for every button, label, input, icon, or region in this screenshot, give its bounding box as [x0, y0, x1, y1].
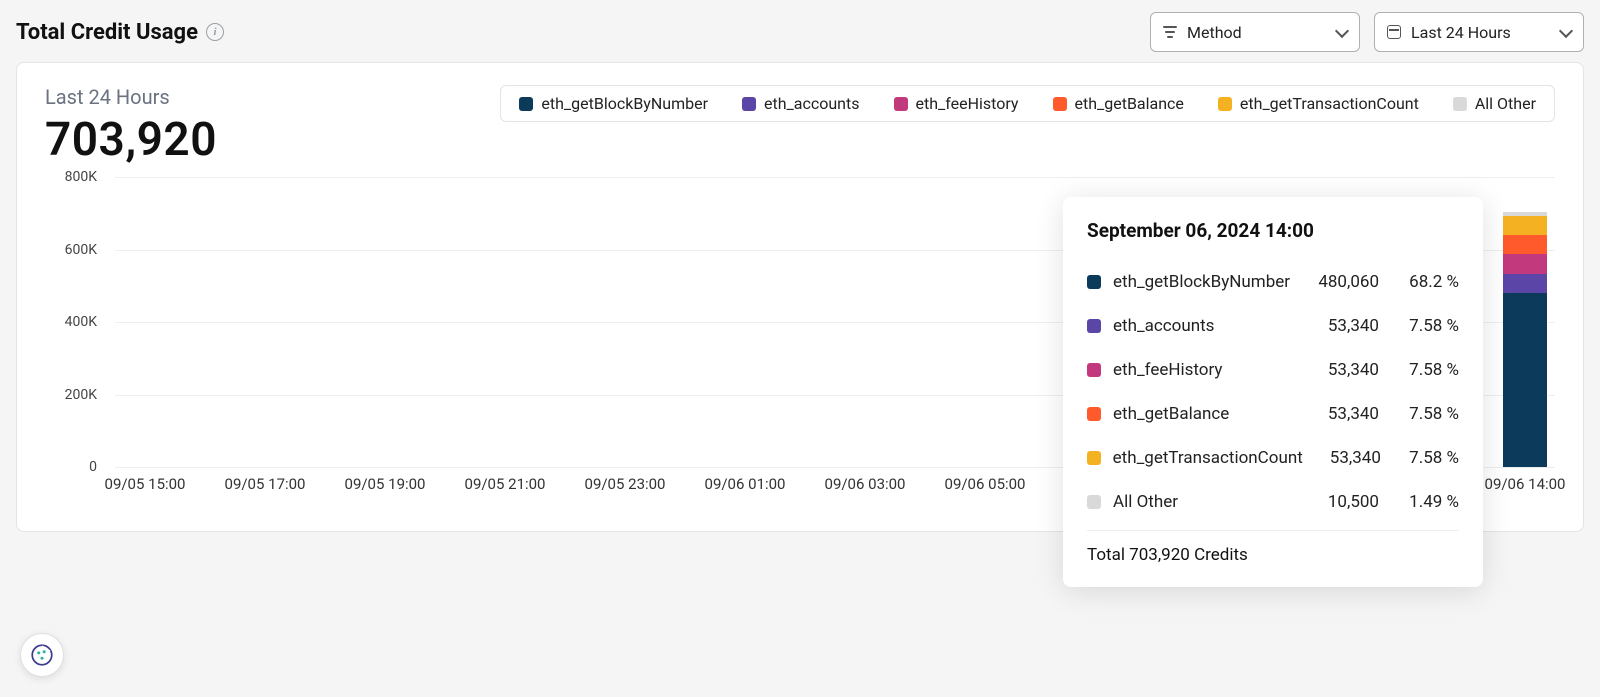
legend-swatch [1218, 97, 1232, 111]
card-top: Last 24 Hours 703,920 eth_getBlockByNumb… [45, 85, 1555, 167]
tooltip-series-name: eth_feeHistory [1113, 360, 1299, 380]
chart-area[interactable]: 0200K400K600K800K 09/05 15:0009/05 17:00… [45, 177, 1555, 507]
legend-label: eth_getBalance [1075, 94, 1184, 113]
tooltip-series-value: 53,340 [1299, 404, 1379, 424]
legend-label: All Other [1475, 94, 1536, 113]
tooltip-swatch [1087, 407, 1101, 421]
x-tick-label: 09/05 17:00 [225, 475, 306, 493]
y-tick-label: 0 [89, 459, 97, 475]
bar-segment [1503, 274, 1547, 293]
legend-swatch [519, 97, 533, 111]
tooltip-series-value: 10,500 [1299, 492, 1379, 512]
legend-item[interactable]: eth_getBalance [1053, 94, 1184, 113]
tooltip-series-value: 53,340 [1299, 360, 1379, 380]
chevron-down-icon [1559, 23, 1573, 37]
legend-swatch [1453, 97, 1467, 111]
tooltip-series-percent: 7.58 % [1381, 448, 1459, 468]
y-axis: 0200K400K600K800K [45, 177, 105, 467]
method-dropdown-label: Method [1187, 23, 1242, 42]
page-title: Total Credit Usage [16, 20, 198, 45]
tooltip-series-percent: 7.58 % [1379, 316, 1459, 336]
cookie-settings-button[interactable] [20, 633, 64, 677]
legend-swatch [894, 97, 908, 111]
title-wrap: Total Credit Usage i [16, 20, 224, 45]
bar-segment [1503, 235, 1547, 254]
legend-label: eth_feeHistory [916, 94, 1019, 113]
summary-block: Last 24 Hours 703,920 [45, 85, 345, 167]
tooltip-total: Total 703,920 Credits [1087, 530, 1459, 565]
x-tick-label: 09/06 14:00 [1485, 475, 1566, 493]
tooltip-swatch [1087, 275, 1101, 289]
timerange-dropdown-label: Last 24 Hours [1411, 23, 1511, 42]
x-tick-label: 09/06 01:00 [705, 475, 786, 493]
x-tick-label: 09/05 19:00 [345, 475, 426, 493]
header-controls: Method Last 24 Hours [1150, 12, 1584, 52]
legend-item[interactable]: All Other [1453, 94, 1536, 113]
legend-swatch [1053, 97, 1067, 111]
tooltip-title: September 06, 2024 14:00 [1087, 219, 1459, 242]
bar-segment [1503, 254, 1547, 273]
tooltip-swatch [1087, 363, 1101, 377]
summary-subtitle: Last 24 Hours [45, 85, 345, 109]
bar-stack[interactable] [1503, 212, 1547, 467]
legend-item[interactable]: eth_getBlockByNumber [519, 94, 708, 113]
tooltip-series-value: 53,340 [1303, 448, 1381, 468]
chart-legend: eth_getBlockByNumber eth_accounts eth_feeH… [500, 85, 1555, 122]
tooltip-series-percent: 1.49 % [1379, 492, 1459, 512]
calendar-icon [1387, 25, 1401, 39]
tooltip-series-percent: 7.58 % [1379, 360, 1459, 380]
timerange-dropdown[interactable]: Last 24 Hours [1374, 12, 1584, 52]
legend-label: eth_getTransactionCount [1240, 94, 1419, 113]
tooltip-series-percent: 68.2 % [1379, 272, 1459, 292]
tooltip-swatch [1087, 319, 1101, 333]
method-dropdown[interactable]: Method [1150, 12, 1360, 52]
y-tick-label: 400K [65, 314, 97, 330]
x-tick-label: 09/05 21:00 [465, 475, 546, 493]
x-tick-label: 09/05 15:00 [105, 475, 186, 493]
legend-swatch [742, 97, 756, 111]
y-tick-label: 600K [65, 242, 97, 258]
page-header: Total Credit Usage i Method Last 24 Hour… [16, 12, 1584, 52]
tooltip-row: All Other10,5001.49 % [1087, 480, 1459, 524]
x-tick-label: 09/05 23:00 [585, 475, 666, 493]
usage-card: Last 24 Hours 703,920 eth_getBlockByNumb… [16, 62, 1584, 532]
legend-item[interactable]: eth_accounts [742, 94, 859, 113]
tooltip-series-name: All Other [1113, 492, 1299, 512]
tooltip-row: eth_getBlockByNumber480,06068.2 % [1087, 260, 1459, 304]
tooltip-series-percent: 7.58 % [1379, 404, 1459, 424]
tooltip-series-name: eth_getBalance [1113, 404, 1299, 424]
filter-icon [1163, 26, 1177, 38]
x-tick-label: 09/06 03:00 [825, 475, 906, 493]
tooltip-series-name: eth_getBlockByNumber [1113, 272, 1299, 292]
chart-tooltip: September 06, 2024 14:00 eth_getBlockByN… [1063, 197, 1483, 587]
tooltip-row: eth_getTransactionCount53,3407.58 % [1087, 436, 1459, 480]
chevron-down-icon [1335, 23, 1349, 37]
tooltip-series-value: 53,340 [1299, 316, 1379, 336]
y-tick-label: 800K [65, 169, 97, 185]
y-tick-label: 200K [65, 387, 97, 403]
tooltip-row: eth_getBalance53,3407.58 % [1087, 392, 1459, 436]
x-tick-label: 09/06 05:00 [945, 475, 1026, 493]
tooltip-row: eth_feeHistory53,3407.58 % [1087, 348, 1459, 392]
tooltip-series-value: 480,060 [1299, 272, 1379, 292]
tooltip-swatch [1087, 451, 1101, 465]
info-icon[interactable]: i [206, 23, 224, 41]
cookie-icon [29, 642, 55, 668]
legend-item[interactable]: eth_getTransactionCount [1218, 94, 1419, 113]
legend-label: eth_accounts [764, 94, 859, 113]
tooltip-row: eth_accounts53,3407.58 % [1087, 304, 1459, 348]
tooltip-swatch [1087, 495, 1101, 509]
tooltip-series-name: eth_getTransactionCount [1113, 448, 1303, 468]
summary-total: 703,920 [45, 113, 345, 167]
bar-segment [1503, 293, 1547, 467]
legend-item[interactable]: eth_feeHistory [894, 94, 1019, 113]
grid-line [115, 177, 1555, 178]
bar-segment [1503, 216, 1547, 235]
legend-label: eth_getBlockByNumber [541, 94, 708, 113]
tooltip-series-name: eth_accounts [1113, 316, 1299, 336]
